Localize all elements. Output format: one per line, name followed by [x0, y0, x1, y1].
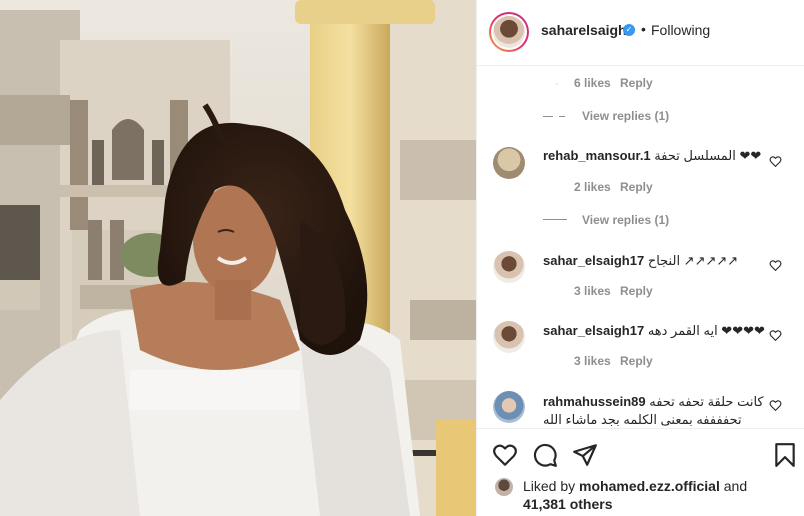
liker-avatar[interactable] — [495, 478, 513, 496]
heart-icon[interactable] — [492, 442, 518, 468]
post-header: saharelsaigh ✓ • Following — [477, 0, 804, 66]
post-photo — [0, 0, 476, 516]
like-comment-heart-icon[interactable] — [769, 259, 782, 272]
comment-likes[interactable]: 3 likes — [574, 354, 611, 368]
liker-username[interactable]: mohamed.ezz.official — [579, 478, 720, 494]
comment-username[interactable]: rahmahussein89 — [543, 394, 646, 409]
replies-line — [543, 116, 553, 117]
author-username[interactable]: saharelsaigh — [541, 22, 627, 38]
comment-text: المسلسل تحفة ❤❤ — [654, 148, 762, 163]
comment: rehab_mansour.1 المسلسل تحفة ❤❤ — [543, 147, 773, 165]
comment-username[interactable]: sahar_elsaigh17 — [543, 253, 644, 268]
action-bar: Liked by mohamed.ezz.official and 41,381… — [477, 428, 804, 516]
comment: rahmahussein89 كانت حلقة تحفه تحفه تحففف… — [543, 393, 773, 429]
comment-likes[interactable]: 2 likes — [574, 180, 611, 194]
liked-prefix: Liked by — [523, 478, 580, 494]
comment-username[interactable]: sahar_elsaigh17 — [543, 323, 644, 338]
photo-illustration — [0, 0, 476, 516]
replies-line — [543, 219, 567, 220]
commenter-avatar[interactable] — [493, 147, 525, 179]
liked-by-summary: Liked by mohamed.ezz.official and 41,381… — [523, 477, 793, 513]
commenter-avatar[interactable] — [493, 251, 525, 283]
replies-line — [559, 116, 565, 117]
view-replies-button[interactable]: View replies (1) — [582, 213, 669, 227]
share-icon[interactable] — [572, 442, 598, 468]
liked-and: and — [719, 478, 748, 494]
like-comment-heart-icon[interactable] — [769, 399, 782, 412]
comments-panel: saharelsaigh ✓ • Following · 6 likes Rep… — [476, 0, 804, 516]
reply-button[interactable]: Reply — [620, 284, 653, 298]
comment: sahar_elsaigh17 ايه القمر دهه ❤❤❤❤ — [543, 322, 773, 340]
like-comment-heart-icon[interactable] — [769, 329, 782, 342]
liked-others-count[interactable]: 41,381 others — [523, 496, 613, 512]
comment-likes[interactable]: 6 likes — [574, 76, 611, 90]
author-avatar[interactable] — [489, 12, 529, 52]
comment-username[interactable]: rehab_mansour.1 — [543, 148, 651, 163]
following-button[interactable]: Following — [651, 22, 710, 38]
comment-likes[interactable]: 3 likes — [574, 284, 611, 298]
reply-button[interactable]: Reply — [620, 354, 653, 368]
verified-badge-icon: ✓ — [623, 24, 635, 36]
comment-text: النجاح ↗↗↗↗↗ — [647, 253, 739, 268]
reply-button[interactable]: Reply — [620, 76, 653, 90]
reply-button[interactable]: Reply — [620, 180, 653, 194]
comment-text: ايه القمر دهه ❤❤❤❤ — [647, 323, 765, 338]
like-comment-heart-icon[interactable] — [769, 155, 782, 168]
commenter-avatar[interactable] — [493, 321, 525, 353]
bookmark-icon[interactable] — [772, 442, 798, 468]
separator-dot: • — [641, 21, 646, 37]
view-replies-button[interactable]: View replies (1) — [582, 109, 669, 123]
comment: sahar_elsaigh17 النجاح ↗↗↗↗↗ — [543, 252, 773, 270]
commenter-avatar[interactable] — [493, 391, 525, 423]
comment-icon[interactable] — [532, 442, 558, 468]
like-time-placeholder: · — [555, 76, 559, 90]
